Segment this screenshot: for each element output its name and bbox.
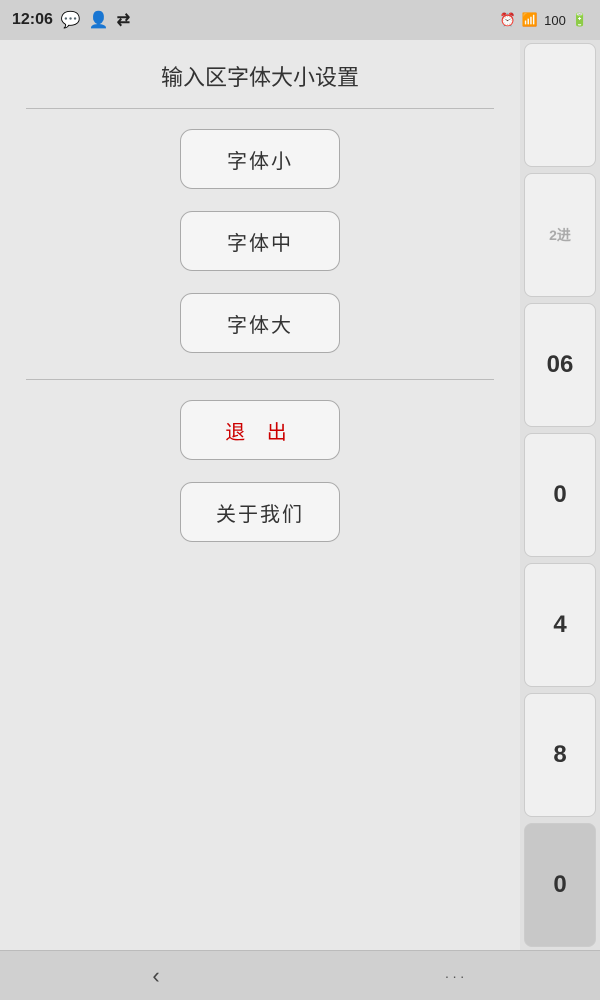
right-cell-7: 0 [524, 823, 596, 947]
right-panel: 2进 06 0 4 8 0 [520, 40, 600, 950]
status-time: 12:06 [12, 11, 53, 29]
right-cell-5: 4 [524, 563, 596, 687]
status-bar: 12:06 💬 👤 ⇄ ⏰ 📶 100 🔋 [0, 0, 600, 40]
back-button[interactable]: ‹ [132, 955, 179, 997]
font-medium-button[interactable]: 字体中 [180, 211, 340, 271]
status-right: ⏰ 📶 100 🔋 [500, 12, 588, 28]
person-icon: 👤 [89, 10, 109, 30]
top-divider [26, 108, 494, 109]
page-title: 输入区字体大小设置 [161, 60, 359, 92]
right-cell-4: 0 [524, 433, 596, 557]
main-layout: 输入区字体大小设置 字体小 字体中 字体大 退 出 关于我们 2进 06 0 4… [0, 40, 600, 950]
bottom-nav: ‹ ··· [0, 950, 600, 1000]
left-panel: 输入区字体大小设置 字体小 字体中 字体大 退 出 关于我们 [0, 40, 520, 950]
font-small-button[interactable]: 字体小 [180, 129, 340, 189]
chat-icon: 💬 [61, 10, 81, 30]
more-button[interactable]: ··· [445, 968, 468, 984]
signal-icon: 📶 [522, 12, 538, 28]
right-cell-1 [524, 43, 596, 167]
usb-icon: ⇄ [117, 10, 130, 30]
about-button[interactable]: 关于我们 [180, 482, 340, 542]
battery-icon: 🔋 [572, 12, 588, 28]
battery-level: 100 [544, 13, 566, 28]
right-cell-3: 06 [524, 303, 596, 427]
right-cell-6: 8 [524, 693, 596, 817]
status-left: 12:06 💬 👤 ⇄ [12, 10, 130, 30]
exit-button[interactable]: 退 出 [180, 400, 340, 460]
alarm-icon: ⏰ [500, 12, 516, 28]
right-cell-2: 2进 [524, 173, 596, 297]
bottom-divider [26, 379, 494, 380]
font-large-button[interactable]: 字体大 [180, 293, 340, 353]
